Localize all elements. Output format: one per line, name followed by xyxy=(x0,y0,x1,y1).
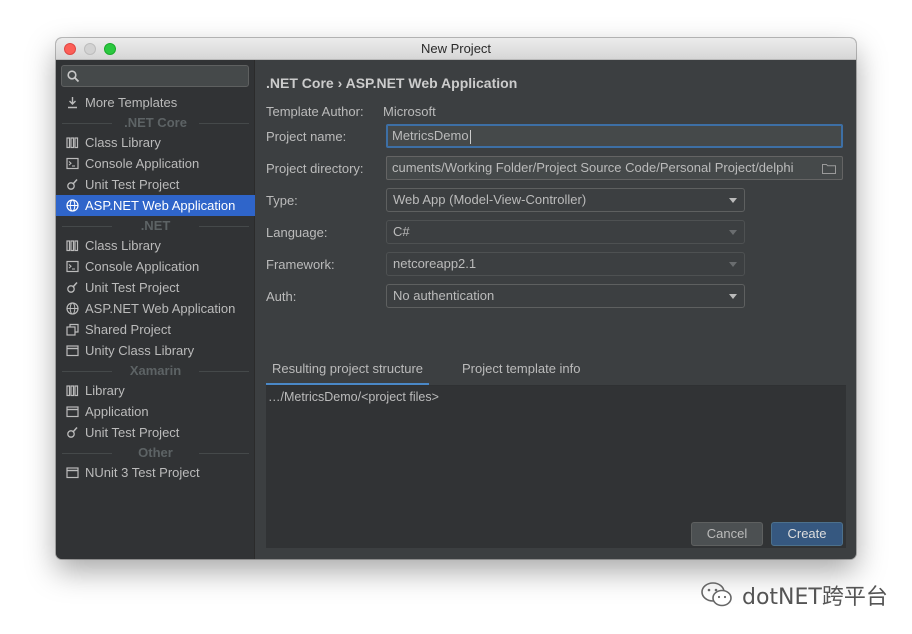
watermark-text: dotNET跨平台 xyxy=(742,585,888,610)
chevron-down-icon xyxy=(729,198,737,203)
sidebar-item[interactable]: Console Application xyxy=(56,153,255,174)
library-icon xyxy=(66,385,79,397)
minimize-window-button[interactable] xyxy=(84,43,96,55)
sidebar-item-label: Unit Test Project xyxy=(85,177,180,192)
sidebar-item-label: Console Application xyxy=(85,259,200,274)
project-name-label: Project name: xyxy=(266,129,347,144)
sidebar-group-header: .NET xyxy=(56,216,255,235)
create-button[interactable]: Create xyxy=(771,522,843,546)
shared-project-icon xyxy=(66,323,79,336)
sidebar-item[interactable]: Unit Test Project xyxy=(56,422,255,443)
close-window-button[interactable] xyxy=(64,43,76,55)
window-title: New Project xyxy=(420,41,492,56)
globe-icon xyxy=(66,199,79,212)
language-select[interactable]: C# xyxy=(386,220,745,244)
framework-select[interactable]: netcoreapp2.1 xyxy=(386,252,745,276)
template-author-value: Microsoft xyxy=(383,104,436,119)
breadcrumb: .NET Core › ASP.NET Web Application xyxy=(266,75,518,91)
library-icon xyxy=(66,240,79,252)
cancel-button[interactable]: Cancel xyxy=(691,522,763,546)
project-directory-field[interactable]: cuments/Working Folder/Project Source Co… xyxy=(386,156,843,180)
sidebar-item[interactable]: Unit Test Project xyxy=(56,174,255,195)
sidebar-item-label: NUnit 3 Test Project xyxy=(85,465,200,480)
search-icon xyxy=(67,70,80,83)
maximize-window-button[interactable] xyxy=(104,43,116,55)
project-directory-label: Project directory: xyxy=(266,161,364,176)
sidebar-item[interactable]: Class Library xyxy=(56,132,255,153)
chevron-down-icon xyxy=(729,230,737,235)
new-project-window: New Project More Templates .NET Core Class… xyxy=(56,38,856,559)
tab-resulting-project-structure[interactable]: Resulting project structure xyxy=(266,356,430,386)
test-icon xyxy=(67,427,78,438)
sidebar-item-label: Class Library xyxy=(85,135,161,150)
window-controls xyxy=(64,43,116,55)
auth-value: No authentication xyxy=(393,288,495,303)
auth-label: Auth: xyxy=(266,289,297,304)
sidebar-item-label: Console Application xyxy=(85,156,200,171)
chevron-down-icon xyxy=(729,294,737,299)
window-icon xyxy=(66,467,79,479)
folder-icon[interactable] xyxy=(822,163,836,174)
wechat-icon xyxy=(701,582,732,607)
sidebar-item-label: Library xyxy=(85,383,125,398)
sidebar-item-label: ASP.NET Web Application xyxy=(85,301,236,316)
test-icon xyxy=(67,282,78,293)
framework-value: netcoreapp2.1 xyxy=(393,256,477,271)
console-icon xyxy=(66,157,79,170)
type-label: Type: xyxy=(266,193,298,208)
template-search-input[interactable] xyxy=(61,65,249,87)
type-value: Web App (Model-View-Controller) xyxy=(393,192,587,207)
sidebar-item[interactable]: Unity Class Library xyxy=(56,340,255,361)
sidebar-item-label: ASP.NET Web Application xyxy=(85,198,236,213)
sidebar-item[interactable]: ASP.NET Web Application xyxy=(56,298,255,319)
sidebar-item[interactable]: Unit Test Project xyxy=(56,277,255,298)
sidebar-item[interactable]: Class Library xyxy=(56,235,255,256)
sidebar-item-label: More Templates xyxy=(85,95,178,110)
project-directory-value: cuments/Working Folder/Project Source Co… xyxy=(392,160,794,175)
sidebar-group-header: Other xyxy=(56,443,255,462)
library-icon xyxy=(66,137,79,149)
globe-icon xyxy=(66,302,79,315)
sidebar-item[interactable]: Application xyxy=(56,401,255,422)
type-select[interactable]: Web App (Model-View-Controller) xyxy=(386,188,745,212)
sidebar-item-label: Unit Test Project xyxy=(85,280,180,295)
framework-label: Framework: xyxy=(266,257,335,272)
window-icon xyxy=(66,345,79,357)
template-sidebar: More Templates .NET Core Class Library Cons… xyxy=(56,60,255,559)
sidebar-item[interactable]: More Templates xyxy=(56,92,255,113)
sidebar-item[interactable]: Library xyxy=(56,380,255,401)
language-label: Language: xyxy=(266,225,328,240)
sidebar-item-label: Class Library xyxy=(85,238,161,253)
sidebar-group-header: .NET Core xyxy=(56,113,255,132)
tab-project-template-info[interactable]: Project template info xyxy=(456,356,587,386)
template-author-label: Template Author: xyxy=(266,104,364,119)
project-name-field[interactable]: MetricsDemo xyxy=(386,124,843,148)
sidebar-item[interactable]: Shared Project xyxy=(56,319,255,340)
project-name-value: MetricsDemo xyxy=(392,128,469,143)
watermark: dotNET跨平台 xyxy=(700,580,888,610)
chevron-down-icon xyxy=(729,262,737,267)
sidebar-item-label: Unity Class Library xyxy=(85,343,195,358)
test-icon xyxy=(67,179,78,190)
sidebar-group-header: Xamarin xyxy=(56,361,255,380)
sidebar-item[interactable]: NUnit 3 Test Project xyxy=(56,462,255,483)
sidebar-item-label: Shared Project xyxy=(85,322,171,337)
title-bar: New Project xyxy=(56,38,856,60)
console-icon xyxy=(66,260,79,273)
project-structure-text: …/MetricsDemo/<project files> xyxy=(268,390,439,404)
main-panel: .NET Core › ASP.NET Web Application Temp… xyxy=(256,60,856,559)
download-icon xyxy=(68,97,77,109)
auth-select[interactable]: No authentication xyxy=(386,284,745,308)
sidebar-item-label: Application xyxy=(85,404,149,419)
window-icon xyxy=(66,406,79,418)
sidebar-item[interactable]: ASP.NET Web Application xyxy=(56,195,255,216)
sidebar-item[interactable]: Console Application xyxy=(56,256,255,277)
language-value: C# xyxy=(393,224,410,239)
sidebar-item-label: Unit Test Project xyxy=(85,425,180,440)
